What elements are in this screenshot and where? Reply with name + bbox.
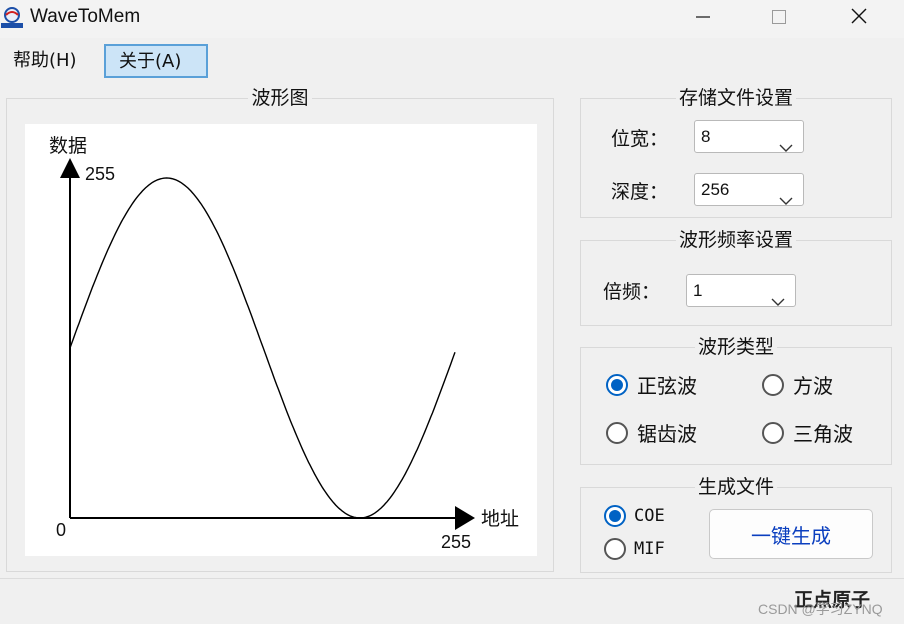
menu-help[interactable]: 帮助(H)	[2, 44, 88, 78]
y-axis-label: 数据	[49, 135, 87, 157]
app-window: WaveToMem 帮助(H) 关于(A) 波形图 数据 255 0 255 地…	[0, 0, 904, 624]
title-bar[interactable]: WaveToMem	[0, 0, 904, 38]
close-button[interactable]	[836, 0, 882, 36]
app-logo-icon	[0, 6, 24, 30]
x-axis-label: 地址	[481, 508, 519, 530]
radio-unchecked-icon	[762, 373, 784, 396]
chevron-down-icon	[779, 132, 793, 163]
radio-coe-label: COE	[634, 506, 665, 526]
x-max-label: 255	[441, 532, 471, 552]
bit-width-value: 8	[701, 127, 711, 146]
maximize-icon	[772, 9, 786, 28]
frequency-settings-title: 波形频率设置	[675, 229, 796, 251]
waveform-groupbox: 波形图 数据 255 0 255 地址	[6, 87, 554, 572]
radio-triangle-label: 三角波	[793, 422, 853, 446]
maximize-button[interactable]	[756, 0, 802, 36]
menu-bar: 帮助(H) 关于(A)	[0, 38, 904, 84]
radio-square[interactable]: 方波	[762, 370, 833, 399]
minimize-button[interactable]	[680, 0, 726, 36]
radio-sawtooth[interactable]: 锯齿波	[606, 418, 697, 447]
waveform-plot: 数据 255 0 255 地址	[49, 135, 519, 552]
radio-sawtooth-label: 锯齿波	[637, 422, 697, 446]
depth-select[interactable]: 256	[694, 173, 804, 206]
radio-sine[interactable]: 正弦波	[606, 370, 697, 399]
multiplier-value: 1	[693, 281, 703, 300]
y-max-label: 255	[85, 164, 115, 184]
menu-about[interactable]: 关于(A)	[104, 44, 208, 78]
generate-button[interactable]: 一键生成	[709, 509, 873, 559]
storage-settings-title: 存储文件设置	[675, 87, 796, 109]
depth-label: 深度：	[611, 181, 669, 203]
radio-unchecked-icon	[762, 421, 784, 444]
radio-mif-label: MIF	[634, 539, 665, 559]
multiplier-select[interactable]: 1	[686, 274, 796, 307]
close-icon	[851, 8, 867, 28]
y-axis-arrow	[60, 158, 80, 178]
minimize-icon	[696, 9, 710, 28]
watermark: CSDN @学习ZYNQ	[758, 601, 883, 617]
radio-checked-icon	[604, 505, 626, 527]
radio-checked-icon	[606, 373, 628, 396]
storage-settings-groupbox: 存储文件设置 位宽： 8 深度： 256	[580, 87, 892, 218]
depth-value: 256	[701, 180, 730, 199]
chevron-down-icon	[779, 185, 793, 216]
waveform-curve	[69, 177, 456, 519]
radio-sine-label: 正弦波	[637, 374, 697, 398]
bit-width-label: 位宽：	[611, 128, 669, 150]
waveform-plot-area: 数据 255 0 255 地址	[25, 124, 537, 556]
x-axis-arrow	[455, 506, 475, 530]
radio-square-label: 方波	[793, 374, 833, 398]
status-bar: 正点原子 CSDN @学习ZYNQ	[0, 578, 904, 624]
radio-mif[interactable]: MIF	[604, 538, 665, 560]
waveform-group-title: 波形图	[248, 87, 312, 109]
generate-file-groupbox: 生成文件 COE MIF 一键生成	[580, 476, 892, 573]
waveform-type-groupbox: 波形类型 正弦波 方波 锯齿波 三角波	[580, 336, 892, 465]
radio-unchecked-icon	[606, 421, 628, 444]
generate-file-title: 生成文件	[694, 476, 777, 498]
bit-width-select[interactable]: 8	[694, 120, 804, 153]
radio-unchecked-icon	[604, 538, 626, 560]
waveform-type-title: 波形类型	[694, 336, 777, 358]
frequency-settings-groupbox: 波形频率设置 倍频： 1	[580, 229, 892, 326]
radio-triangle[interactable]: 三角波	[762, 418, 853, 447]
window-title: WaveToMem	[30, 6, 141, 27]
chevron-down-icon	[771, 286, 785, 317]
radio-coe[interactable]: COE	[604, 505, 665, 527]
origin-label: 0	[56, 520, 66, 540]
multiplier-label: 倍频：	[603, 281, 661, 303]
